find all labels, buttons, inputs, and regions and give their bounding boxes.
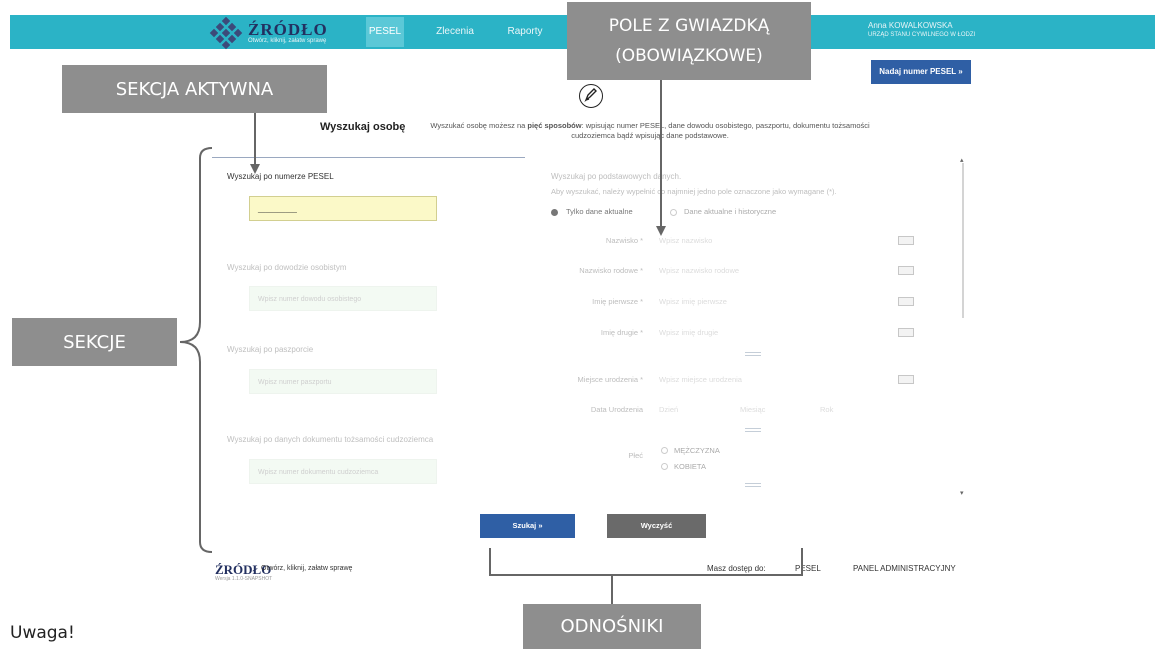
nazwisko-rodowe-input[interactable]: Wpisz nazwisko rodowe xyxy=(659,266,739,275)
clear-button[interactable]: Wyczyść xyxy=(607,514,706,538)
radio-female[interactable] xyxy=(661,463,668,470)
field-label-imie-pierwsze: Imię pierwsze * xyxy=(592,297,643,306)
basic-data-hint: Aby wyszukać, należy wypełnić co najmnie… xyxy=(551,187,837,196)
miejsce-urodzenia-input[interactable]: Wpisz miejsce urodzenia xyxy=(659,375,742,384)
app-tagline: Otwórz, kliknij, załatw sprawę xyxy=(248,38,327,44)
scroll-up-icon[interactable]: ▴ xyxy=(960,156,964,164)
callout-sekcja-aktywna: SEKCJA AKTYWNA xyxy=(62,65,327,113)
radio-history-label: Dane aktualne i historyczne xyxy=(684,207,777,216)
imie-drugie-input[interactable]: Wpisz imię drugie xyxy=(659,328,718,337)
field-label-imie-drugie: Imię drugie * xyxy=(600,328,643,337)
radio-with-history[interactable] xyxy=(670,209,677,216)
keyboard-icon[interactable] xyxy=(898,328,914,337)
radio-current-label: Tylko dane aktualne xyxy=(566,207,633,216)
field-label-miejsce-urodzenia: Miejsce urodzenia * xyxy=(577,375,643,384)
keyboard-icon[interactable] xyxy=(898,375,914,384)
form-scrollbar[interactable] xyxy=(962,163,964,318)
nav-tab-raporty[interactable]: Raporty xyxy=(500,17,550,47)
section-label-dowod[interactable]: Wyszukaj po dowodzie osobistym xyxy=(227,263,347,272)
keyboard-icon[interactable] xyxy=(898,297,914,306)
footer-tagline: Otwórz, kliknij, załatw sprawę xyxy=(261,565,353,572)
search-button[interactable]: Szukaj » xyxy=(480,514,575,538)
cudzoziemiec-input[interactable]: Wpisz numer dokumentu cudzoziemca xyxy=(249,459,437,484)
callout-pole-z-gwiazdka: POLE Z GWIAZDKĄ (OBOWIĄZKOWE) xyxy=(567,2,811,80)
page-title: Wyszukaj osobę xyxy=(320,121,406,133)
birth-year-input[interactable]: Rok xyxy=(820,405,833,414)
section-label-paszport[interactable]: Wyszukaj po paszporcie xyxy=(227,345,313,354)
nav-tab-pesel[interactable]: PESEL xyxy=(366,17,404,47)
keyboard-icon[interactable] xyxy=(898,266,914,275)
paszport-input[interactable]: Wpisz numer paszportu xyxy=(249,369,437,394)
note-text: Uwaga! xyxy=(10,623,75,643)
section-label-pesel[interactable]: Wyszukaj po numerze PESEL xyxy=(227,172,334,181)
field-label-nazwisko: Nazwisko * xyxy=(605,236,643,245)
radio-current-only[interactable] xyxy=(551,209,558,216)
nav-tab-zlecenia[interactable]: Zlecenia xyxy=(430,17,480,47)
section-divider xyxy=(212,157,525,158)
access-label: Masz dostęp do: xyxy=(707,564,766,573)
app-brand[interactable]: ŹRÓDŁO xyxy=(248,20,328,40)
section-label-cudzoziemiec[interactable]: Wyszukaj po danych dokumentu tożsamości … xyxy=(227,435,433,444)
callout-odnosniki: ODNOŚNIKI xyxy=(523,604,701,649)
imie-pierwsze-input[interactable]: Wpisz imię pierwsze xyxy=(659,297,727,306)
radio-female-label: KOBIETA xyxy=(674,462,706,471)
basic-data-heading[interactable]: Wyszukaj po podstawowych danych. xyxy=(551,172,681,181)
birth-month-input[interactable]: Miesiąc xyxy=(740,405,765,414)
user-name[interactable]: Anna KOWALKOWSKA xyxy=(868,21,953,30)
field-label-data-urodzenia: Data Urodzenia xyxy=(590,405,643,414)
pen-icon xyxy=(579,84,603,108)
keyboard-icon[interactable] xyxy=(898,236,914,245)
user-role: URZĄD STANU CYWILNEGO W ŁODZI xyxy=(868,32,976,38)
expand-handle-icon[interactable] xyxy=(745,352,761,353)
nadaj-pesel-button[interactable]: Nadaj numer PESEL » xyxy=(871,60,971,84)
expand-handle-icon[interactable] xyxy=(745,483,761,484)
radio-male-label: MĘŻCZYZNA xyxy=(674,446,720,455)
footer-link-admin[interactable]: PANEL ADMINISTRACYJNY xyxy=(853,564,956,573)
scroll-down-icon[interactable]: ▾ xyxy=(960,489,964,497)
footer-version: Wersja 1.1.0-SNAPSHOT xyxy=(215,576,273,582)
search-description: Wyszukać osobę możesz na pięć sposobów: … xyxy=(430,121,870,140)
nazwisko-input[interactable]: Wpisz nazwisko xyxy=(659,236,712,245)
pesel-input[interactable]: __________ xyxy=(249,196,437,221)
footer-link-pesel[interactable]: PESEL xyxy=(795,564,821,573)
callout-sekcje: SEKCJE xyxy=(12,318,177,366)
birth-day-input[interactable]: Dzień xyxy=(659,405,678,414)
zrodlo-logo-icon[interactable] xyxy=(209,16,243,50)
expand-handle-icon[interactable] xyxy=(745,428,761,429)
radio-male[interactable] xyxy=(661,447,668,454)
field-label-plec: Płeć xyxy=(628,451,643,460)
dowod-input[interactable]: Wpisz numer dowodu osobistego xyxy=(249,286,437,311)
field-label-nazwisko-rodowe: Nazwisko rodowe * xyxy=(579,266,643,275)
